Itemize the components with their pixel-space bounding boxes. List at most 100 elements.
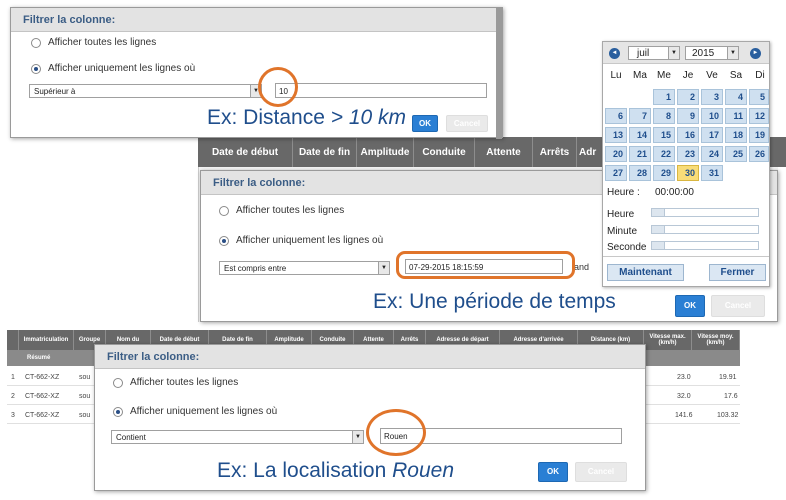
calendar-day[interactable]: 20	[605, 146, 627, 162]
year-select[interactable]: 2015 ▼	[685, 46, 739, 60]
calendar-day[interactable]: 23	[677, 146, 699, 162]
calendar-footer-divider	[603, 256, 769, 257]
slider-handle[interactable]	[652, 242, 665, 249]
highlight-box-period	[396, 251, 575, 279]
calendar-day[interactable]: 11	[725, 108, 747, 124]
cancel-button[interactable]: Cancel	[575, 462, 627, 482]
calendar-day[interactable]: 14	[629, 127, 651, 143]
caption-distance: Ex: Distance > 10 km	[207, 106, 406, 130]
radio-label: Afficher toutes les lignes	[48, 37, 157, 48]
calendar-day[interactable]: 1	[653, 89, 675, 105]
col-header-attente[interactable]: Attente	[475, 137, 533, 167]
calendar-day[interactable]: 27	[605, 165, 627, 181]
col-header-date-fin[interactable]: Date de fin	[293, 137, 357, 167]
row-groupe: sou	[79, 393, 91, 400]
chevron-down-icon[interactable]: ▼	[727, 47, 738, 59]
cancel-button[interactable]: Cancel	[446, 115, 488, 132]
row-number: 3	[11, 412, 15, 419]
radio-button[interactable]	[31, 37, 41, 48]
col-header-vitesse-max[interactable]: Vitesse max. (km/h)	[644, 330, 692, 350]
ok-button[interactable]: OK	[538, 462, 568, 482]
radio-button[interactable]	[113, 406, 123, 417]
slider-label-minute: Minute	[607, 226, 638, 237]
weekday-label: Ve	[706, 70, 718, 81]
ok-button[interactable]: OK	[675, 295, 705, 317]
caption-text: Ex: Distance	[207, 106, 331, 129]
weekday-label: Lu	[610, 70, 622, 81]
month-select[interactable]: juil ▼	[628, 46, 680, 60]
radio-show-all[interactable]: Afficher toutes les lignes	[113, 377, 238, 388]
radio-show-all[interactable]: Afficher toutes les lignes	[31, 37, 156, 48]
ok-button[interactable]: OK	[412, 115, 438, 132]
radio-show-only[interactable]: Afficher uniquement les lignes où	[113, 406, 277, 417]
calendar-day[interactable]: 5	[749, 89, 769, 105]
col-header-amplitude[interactable]: Amplitude	[357, 137, 414, 167]
minute-slider[interactable]	[651, 225, 759, 234]
radio-button[interactable]	[31, 63, 41, 74]
chevron-down-icon[interactable]: ▼	[668, 47, 679, 59]
slider-handle[interactable]	[652, 226, 665, 233]
row-number: 1	[11, 374, 15, 381]
heure-label: Heure :	[607, 187, 640, 198]
radio-show-only[interactable]: Afficher uniquement les lignes où	[31, 63, 195, 74]
select-value: 2015	[692, 48, 715, 59]
operator-select[interactable]: Est compris entre ▼	[219, 261, 390, 275]
calendar-day[interactable]: 12	[749, 108, 769, 124]
calendar-day[interactable]: 29	[653, 165, 675, 181]
calendar-day[interactable]: 26	[749, 146, 769, 162]
calendar-day[interactable]: 8	[653, 108, 675, 124]
chevron-down-icon[interactable]: ▼	[378, 262, 389, 274]
prev-month-icon[interactable]: ◄	[609, 48, 620, 59]
calendar-day[interactable]: 2	[677, 89, 699, 105]
cancel-button[interactable]: Cancel	[711, 295, 765, 317]
row-groupe: sou	[79, 374, 91, 381]
caption-location: Ex: La localisation Rouen	[217, 459, 454, 483]
calendar-day[interactable]: 4	[725, 89, 747, 105]
col-header-arrets[interactable]: Arrêts	[533, 137, 577, 167]
row-vitesse-max: 141.6	[675, 412, 693, 419]
row-groupe: sou	[79, 412, 91, 419]
hour-slider[interactable]	[651, 208, 759, 217]
calendar-day[interactable]: 17	[701, 127, 723, 143]
operator-select[interactable]: Contient ▼	[111, 430, 364, 444]
now-button[interactable]: Maintenant	[607, 264, 684, 281]
calendar-day-selected[interactable]: 30	[677, 165, 699, 181]
chevron-down-icon[interactable]: ▼	[352, 431, 363, 443]
slider-label-heure: Heure	[607, 209, 635, 220]
next-month-icon[interactable]: ►	[750, 48, 761, 59]
radio-label: Afficher uniquement les lignes où	[48, 63, 196, 74]
col-header-vitesse-moy[interactable]: Vitesse moy. (km/h)	[692, 330, 740, 350]
calendar-day[interactable]: 22	[653, 146, 675, 162]
radio-show-only[interactable]: Afficher uniquement les lignes où	[219, 235, 383, 246]
radio-button[interactable]	[219, 205, 229, 216]
calendar-day[interactable]: 21	[629, 146, 651, 162]
radio-button[interactable]	[113, 377, 123, 388]
calendar-day[interactable]: 25	[725, 146, 747, 162]
row-immatriculation: CT-662-XZ	[25, 393, 60, 400]
radio-button[interactable]	[219, 235, 229, 246]
calendar-day[interactable]: 15	[653, 127, 675, 143]
close-button[interactable]: Fermer	[709, 264, 766, 281]
filter-value-input[interactable]: 10	[275, 83, 487, 98]
calendar-day[interactable]: 28	[629, 165, 651, 181]
calendar-day[interactable]: 7	[629, 108, 651, 124]
calendar-day[interactable]: 16	[677, 127, 699, 143]
calendar-day[interactable]: 18	[725, 127, 747, 143]
calendar-day[interactable]: 31	[701, 165, 723, 181]
calendar-day[interactable]: 9	[677, 108, 699, 124]
second-slider[interactable]	[651, 241, 759, 250]
operator-select[interactable]: Supérieur à ▼	[29, 84, 262, 98]
calendar-day[interactable]: 10	[701, 108, 723, 124]
calendar-day[interactable]: 6	[605, 108, 627, 124]
col-header-conduite[interactable]: Conduite	[414, 137, 475, 167]
calendar-day[interactable]: 19	[749, 127, 769, 143]
calendar-day[interactable]: 13	[605, 127, 627, 143]
col-header-date-debut[interactable]: Date de début	[198, 137, 293, 167]
calendar-day[interactable]: 3	[701, 89, 723, 105]
col-header-immatriculation[interactable]: Immatriculation	[19, 330, 74, 350]
weekday-label: Di	[755, 70, 765, 81]
weekday-label: Me	[657, 70, 671, 81]
slider-handle[interactable]	[652, 209, 665, 216]
calendar-day[interactable]: 24	[701, 146, 723, 162]
radio-show-all[interactable]: Afficher toutes les lignes	[219, 205, 344, 216]
